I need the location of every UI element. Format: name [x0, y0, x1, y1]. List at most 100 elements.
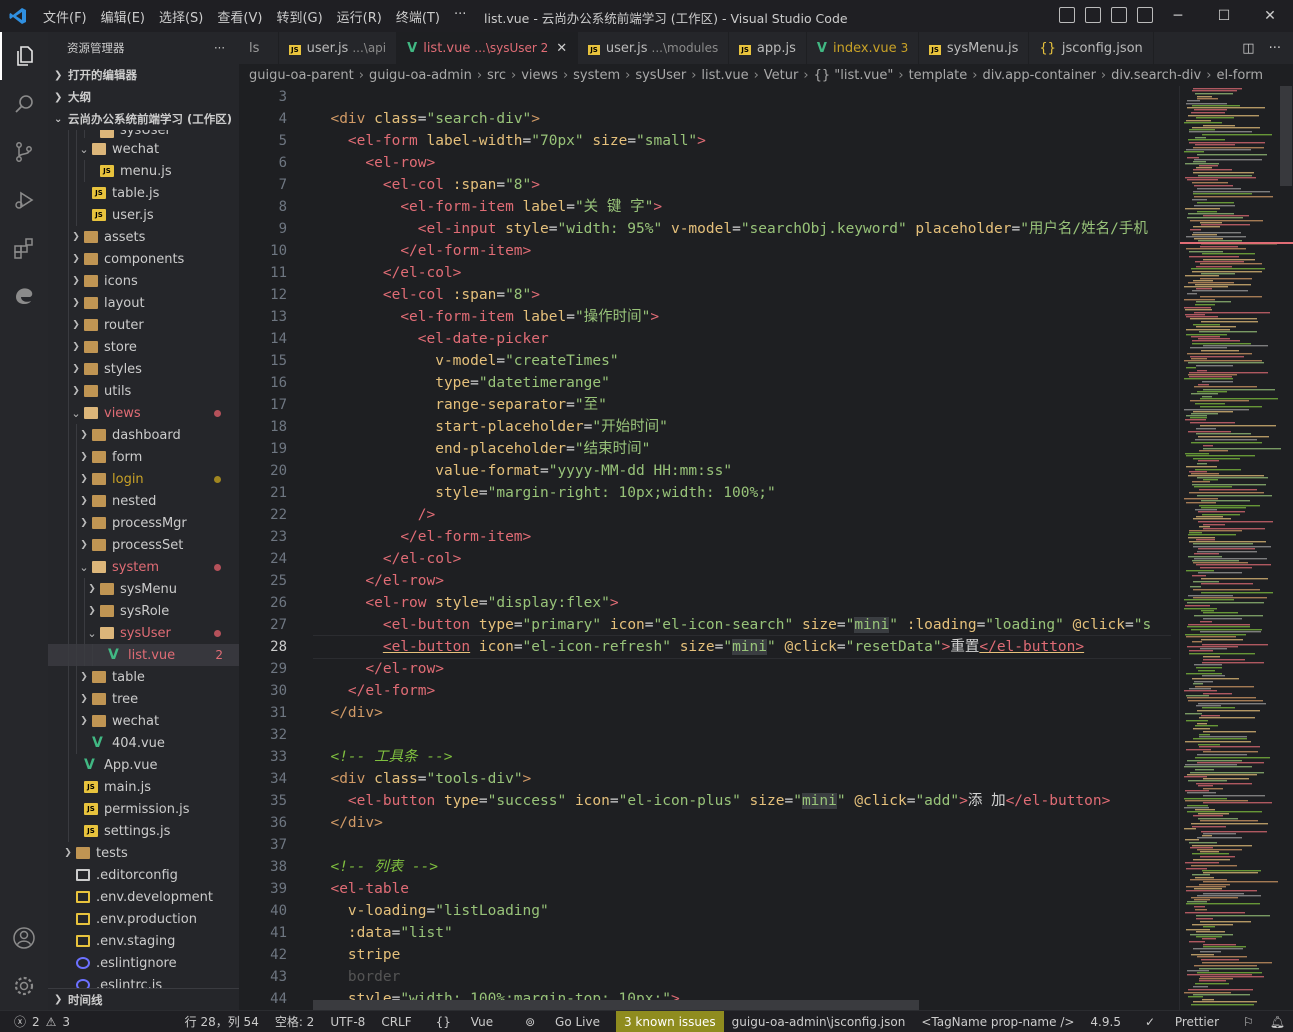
- tree-item[interactable]: ❯ form: [48, 446, 239, 468]
- tree-item[interactable]: ❯ nested: [48, 490, 239, 512]
- horizontal-scrollbar[interactable]: [313, 1000, 919, 1010]
- tree-item[interactable]: JS settings.js: [48, 820, 239, 842]
- tree-item[interactable]: ❯ utils: [48, 380, 239, 402]
- tab[interactable]: JS sysMenu.js: [919, 32, 1030, 64]
- tree-item[interactable]: ❯ table: [48, 666, 239, 688]
- tagname-indicator[interactable]: <TagName prop-name />: [913, 1015, 1082, 1029]
- tree-item[interactable]: .env.development: [48, 886, 239, 908]
- close-tab-icon[interactable]: ✕: [556, 41, 567, 56]
- minimize-button[interactable]: ─: [1155, 0, 1201, 32]
- breadcrumb-item[interactable]: system: [573, 68, 620, 83]
- tree-item[interactable]: ❯ styles: [48, 358, 239, 380]
- open-editors-section[interactable]: ❯ 打开的编辑器: [48, 64, 239, 86]
- toggle-sidebar-icon[interactable]: [1059, 7, 1075, 23]
- language-mode[interactable]: {} Vue: [420, 1015, 510, 1029]
- tree-item[interactable]: V 404.vue: [48, 732, 239, 754]
- end-of-line[interactable]: CRLF: [373, 1015, 419, 1029]
- prettier-indicator[interactable]: ✓ Prettier: [1129, 1015, 1235, 1029]
- notifications-bell-icon[interactable]: 🔔︎: [1262, 1015, 1293, 1029]
- more-actions-icon[interactable]: ···: [1269, 41, 1281, 56]
- explorer-more-button[interactable]: ···: [214, 41, 225, 55]
- breadcrumb-item[interactable]: div.app-container: [982, 68, 1095, 83]
- tree-item[interactable]: ❯ sysMenu: [48, 578, 239, 600]
- breadcrumb-item[interactable]: list.vue: [701, 68, 748, 83]
- tree-item[interactable]: JS main.js: [48, 776, 239, 798]
- tab[interactable]: Vlist.vue ...\sysUser 2 ✕: [397, 32, 579, 64]
- indentation[interactable]: 空格: 2: [267, 1013, 323, 1030]
- customize-layout-icon[interactable]: [1137, 7, 1153, 23]
- breadcrumb-item[interactable]: el-form: [1216, 68, 1263, 83]
- tree-item[interactable]: ❯ processMgr: [48, 512, 239, 534]
- tree-item[interactable]: ❯ store: [48, 336, 239, 358]
- tab[interactable]: JS app.js: [729, 32, 807, 64]
- tree-item[interactable]: ❯ tests: [48, 842, 239, 864]
- tree-item[interactable]: JS table.js: [48, 182, 239, 204]
- tree-item[interactable]: .env.production: [48, 908, 239, 930]
- tree-item[interactable]: ❯ layout: [48, 292, 239, 314]
- breadcrumb-item[interactable]: guigu-oa-parent: [249, 68, 354, 83]
- breadcrumb-item[interactable]: sysUser: [635, 68, 686, 83]
- menu-item[interactable]: 运行(R): [330, 7, 389, 26]
- tree-item[interactable]: ❯ processSet: [48, 534, 239, 556]
- menu-item[interactable]: 查看(V): [210, 7, 269, 26]
- menu-item[interactable]: 编辑(E): [94, 7, 152, 26]
- tree-item[interactable]: .editorconfig: [48, 864, 239, 886]
- tree-item[interactable]: ❯ icons: [48, 270, 239, 292]
- tree-item[interactable]: ⌄ system: [48, 556, 239, 578]
- tree-item[interactable]: ❯ dashboard: [48, 424, 239, 446]
- tree-item[interactable]: ❯ router: [48, 314, 239, 336]
- tree-item[interactable]: ❯ tree: [48, 688, 239, 710]
- tree-item[interactable]: ⌄ views: [48, 402, 239, 424]
- encoding[interactable]: UTF-8: [322, 1015, 373, 1029]
- account-icon[interactable]: [0, 914, 48, 962]
- tab[interactable]: JS user.js ...\api: [279, 32, 398, 64]
- tree-item[interactable]: JS user.js: [48, 204, 239, 226]
- breadcrumb-item[interactable]: src: [487, 68, 506, 83]
- breadcrumb-item[interactable]: Vetur: [764, 68, 799, 83]
- explorer-icon[interactable]: [0, 32, 48, 80]
- extensions-icon[interactable]: [0, 224, 48, 272]
- tree-item[interactable]: ⌄ wechat: [48, 138, 239, 160]
- jsconfig-path[interactable]: guigu-oa-admin\jsconfig.json: [724, 1015, 914, 1029]
- tree-item[interactable]: Vlist.vue 2: [48, 644, 239, 666]
- code-content[interactable]: <div class="search-div"> <el-form label-…: [313, 86, 1171, 1010]
- tree-item[interactable]: ❯ sysRole: [48, 600, 239, 622]
- breadcrumb-item[interactable]: guigu-oa-admin: [369, 68, 472, 83]
- breadcrumb-item[interactable]: {} "list.vue": [814, 68, 894, 83]
- toggle-panel-icon[interactable]: [1085, 7, 1101, 23]
- code-editor[interactable]: 3 4 5 6 7 8 9 10 11 12 13 14 15 16 17 18 19 20 21 22 23 24 25 2…: [239, 86, 1293, 1010]
- tree-item[interactable]: V App.vue: [48, 754, 239, 776]
- cursor-position[interactable]: 行 28，列 54: [177, 1013, 267, 1030]
- minimap[interactable]: [1179, 86, 1293, 1010]
- known-issues-badge[interactable]: 3 known issues: [615, 1011, 724, 1032]
- tree-item[interactable]: ❯ login: [48, 468, 239, 490]
- breadcrumb-item[interactable]: div.search-div: [1111, 68, 1201, 83]
- tree-item[interactable]: JS permission.js: [48, 798, 239, 820]
- edge-devtools-icon[interactable]: [0, 272, 48, 320]
- close-window-button[interactable]: ✕: [1247, 0, 1293, 32]
- split-editor-icon[interactable]: ◫: [1242, 41, 1254, 56]
- run-debug-icon[interactable]: [0, 176, 48, 224]
- menu-item[interactable]: 选择(S): [152, 7, 210, 26]
- toggle-secondary-sidebar-icon[interactable]: [1111, 7, 1127, 23]
- tree-item[interactable]: .env.staging: [48, 930, 239, 952]
- tree-item[interactable]: .eslintignore: [48, 952, 239, 974]
- tree-item[interactable]: JS menu.js: [48, 160, 239, 182]
- breadcrumb-item[interactable]: views: [521, 68, 558, 83]
- tab[interactable]: {} jsconfig.json: [1029, 32, 1154, 64]
- tab[interactable]: ls: [239, 32, 279, 64]
- menu-item[interactable]: 转到(G): [269, 7, 329, 26]
- tree-item[interactable]: ❯ wechat: [48, 710, 239, 732]
- timeline-section[interactable]: ❯ 时间线: [48, 988, 239, 1010]
- manage-gear-icon[interactable]: [0, 962, 48, 1010]
- problems-indicator[interactable]: ⓧ 2 ⚠ 3: [0, 1013, 70, 1030]
- menu-item[interactable]: ···: [447, 7, 473, 26]
- outline-section[interactable]: ❯ 大纲: [48, 86, 239, 108]
- minimap-slider[interactable]: [1280, 86, 1292, 186]
- go-live-button[interactable]: ⊚ Go Live: [509, 1015, 616, 1029]
- tree-item[interactable]: ❯ components: [48, 248, 239, 270]
- source-control-icon[interactable]: [0, 128, 48, 176]
- tab[interactable]: Vindex.vue 3: [807, 32, 920, 64]
- search-icon[interactable]: [0, 80, 48, 128]
- tab[interactable]: JS user.js ...\modules: [578, 32, 730, 64]
